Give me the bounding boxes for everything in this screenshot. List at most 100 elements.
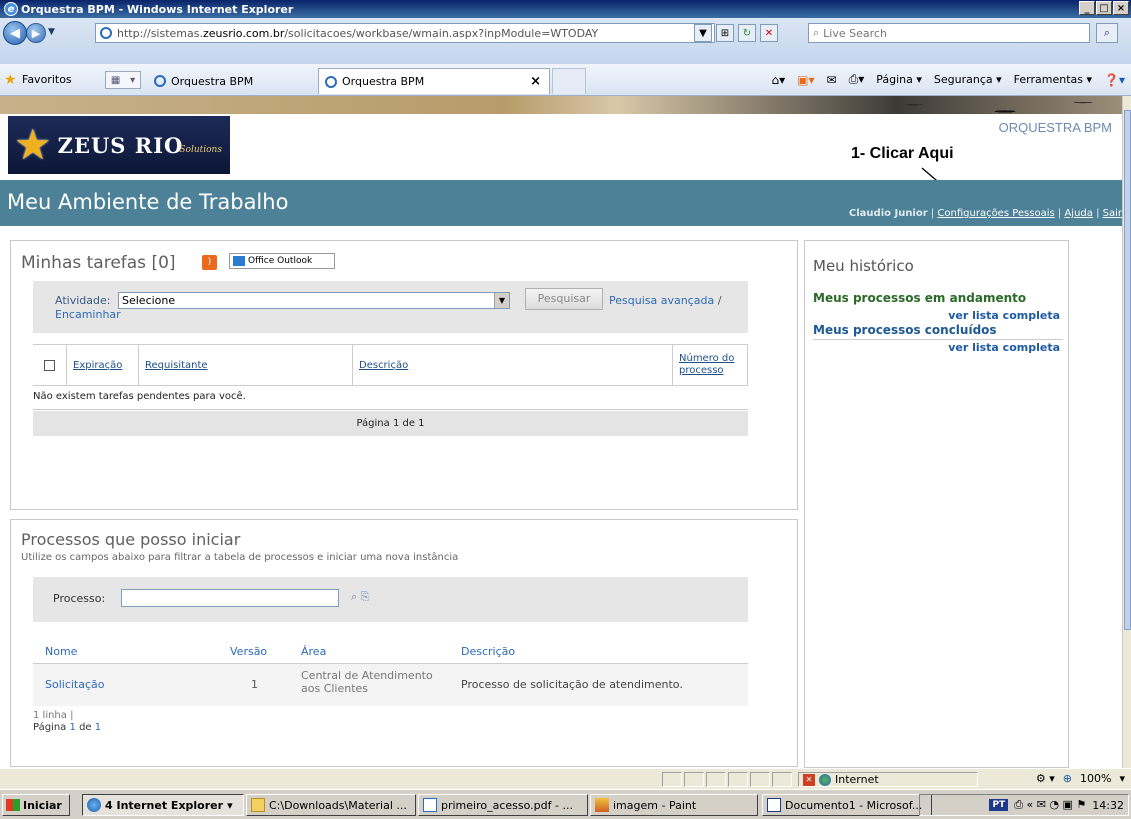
outlook-icon bbox=[233, 256, 245, 266]
compat-view-icon[interactable]: ⊞ bbox=[716, 24, 734, 42]
taskbar: Iniciar 4 Internet Explorer ▾ C:\Downloa… bbox=[0, 789, 1131, 819]
help-link[interactable]: Ajuda bbox=[1064, 208, 1092, 219]
completed-full-list-link[interactable]: ver lista completa bbox=[948, 341, 1060, 354]
taskbar-item-folder[interactable]: C:\Downloads\Material ... bbox=[246, 794, 416, 816]
stop-icon[interactable]: ✕ bbox=[760, 24, 778, 42]
in-progress-heading[interactable]: Meus processos em andamento bbox=[813, 291, 1026, 305]
table-row[interactable]: Solicitação 1 Central de Atendimento aos… bbox=[33, 664, 748, 706]
banner: ★ ZEUS RIO Solutions ORQUESTRA BPM 1- Cl… bbox=[0, 96, 1122, 206]
ie-icon: e bbox=[4, 2, 18, 16]
tools-menu[interactable]: Ferramentas ▾ bbox=[1014, 73, 1092, 86]
taskbar-item-ie[interactable]: 4 Internet Explorer ▾ bbox=[82, 794, 244, 816]
col-nome[interactable]: Nome bbox=[45, 645, 77, 658]
system-tray: PT ⎙ « ✉ ◔ ▣ ⚑ 14:32 bbox=[919, 794, 1129, 816]
zeus-rio-logo: ★ ZEUS RIO Solutions bbox=[8, 116, 230, 174]
maximize-button[interactable]: □ bbox=[1096, 1, 1112, 15]
search-go-button[interactable]: ⌕ bbox=[1096, 23, 1118, 43]
home-icon[interactable]: ⌂▾ bbox=[772, 73, 786, 87]
address-dropdown-icon[interactable]: ▼ bbox=[694, 24, 712, 42]
site-icon bbox=[100, 27, 112, 39]
status-bar: ✕ Internet ⚙ ▾ ⊕ 100% ▾ bbox=[0, 768, 1131, 789]
popup-blocked-icon: ✕ bbox=[803, 773, 815, 786]
refresh-icon[interactable]: ↻ bbox=[738, 24, 756, 42]
filter-search-icon[interactable]: ⌕ ⎘ bbox=[351, 590, 369, 604]
help-icon[interactable]: ❓▾ bbox=[1104, 73, 1125, 87]
col-numero-processo[interactable]: Número do processo bbox=[673, 345, 748, 385]
tray-icons[interactable]: ⎙ « ✉ ◔ ▣ ⚑ bbox=[1014, 798, 1086, 812]
star-icon: ★ bbox=[14, 120, 52, 169]
history-title: Meu histórico bbox=[813, 257, 914, 275]
tab-orquestra-2[interactable]: Orquestra BPM × bbox=[318, 68, 550, 94]
start-button[interactable]: Iniciar bbox=[2, 794, 70, 816]
tasks-panel: Minhas tarefas [0] ) Office Outlook Ativ… bbox=[10, 240, 798, 510]
history-dropdown-icon[interactable]: ▼ bbox=[48, 27, 55, 37]
col-area[interactable]: Área bbox=[301, 645, 326, 658]
outlook-button[interactable]: Office Outlook bbox=[229, 253, 335, 269]
page-content: ★ ZEUS RIO Solutions ORQUESTRA BPM 1- Cl… bbox=[0, 96, 1122, 768]
rss-icon[interactable]: ) bbox=[202, 255, 217, 270]
new-tab-button[interactable] bbox=[552, 68, 586, 94]
globe-icon bbox=[819, 773, 831, 786]
tasks-filter-bar: Atividade: Selecione ▼ Pesquisar Pesquis… bbox=[33, 281, 748, 333]
search-icon: ⌕ bbox=[813, 26, 820, 39]
in-progress-full-list-link[interactable]: ver lista completa bbox=[948, 309, 1060, 322]
protected-mode-icon[interactable]: ⚙ ▾ bbox=[1036, 772, 1055, 785]
close-window-button[interactable]: × bbox=[1113, 1, 1129, 15]
back-button[interactable]: ◀ bbox=[3, 21, 27, 45]
url-prefix: http://sistemas. bbox=[117, 26, 203, 40]
completed-heading[interactable]: Meus processos concluídos bbox=[813, 323, 997, 337]
process-input[interactable] bbox=[121, 589, 339, 607]
col-descricao[interactable]: Descrição bbox=[353, 345, 673, 385]
security-menu[interactable]: Segurança ▾ bbox=[934, 73, 1002, 86]
status-cells bbox=[662, 772, 792, 787]
forward-button[interactable]: ▶ bbox=[26, 23, 46, 43]
forward-link[interactable]: Encaminhar bbox=[55, 308, 121, 321]
language-indicator[interactable]: PT bbox=[989, 799, 1009, 811]
favorites-button[interactable]: Favoritos bbox=[22, 73, 72, 86]
minimize-button[interactable]: _ bbox=[1079, 1, 1095, 15]
tab-orquestra-1[interactable]: Orquestra BPM bbox=[148, 68, 316, 94]
col-descricao[interactable]: Descrição bbox=[461, 645, 515, 658]
app-name: ORQUESTRA BPM bbox=[998, 120, 1112, 135]
select-all-checkbox[interactable] bbox=[33, 345, 67, 385]
taskbar-item-word[interactable]: Documento1 - Microsof... bbox=[762, 794, 932, 816]
logout-link[interactable]: Sair bbox=[1103, 208, 1122, 219]
chevron-down-icon[interactable]: ▾ bbox=[1119, 772, 1125, 785]
feeds-icon[interactable]: ▣▾ bbox=[797, 73, 814, 87]
col-requisitante[interactable]: Requisitante bbox=[139, 345, 353, 385]
live-search-input[interactable]: ⌕ Live Search bbox=[808, 23, 1090, 43]
last-page-link[interactable]: 1 bbox=[95, 722, 101, 733]
clock: 14:32 bbox=[1092, 798, 1124, 812]
col-versao[interactable]: Versão bbox=[230, 645, 267, 658]
settings-link[interactable]: Configurações Pessoais bbox=[937, 208, 1054, 219]
tab-toolbar: ★ Favoritos ▦ ▾ Orquestra BPM Orquestra B… bbox=[0, 64, 1131, 96]
taskbar-item-pdf[interactable]: primeiro_acesso.pdf - ... bbox=[418, 794, 588, 816]
close-tab-icon[interactable]: × bbox=[530, 74, 541, 89]
divider bbox=[813, 339, 1063, 340]
security-zone[interactable]: ✕ Internet bbox=[798, 772, 978, 787]
print-icon[interactable]: ⎙▾ bbox=[849, 72, 865, 87]
word-icon bbox=[767, 798, 781, 812]
zoom-control[interactable]: ⚙ ▾ ⊕ 100% ▾ bbox=[1036, 772, 1125, 785]
quick-tabs-button[interactable]: ▦ ▾ bbox=[105, 71, 141, 89]
processes-panel: Processos que posso iniciar Utilize os c… bbox=[10, 519, 798, 767]
mail-icon[interactable]: ✉ bbox=[827, 73, 837, 87]
process-area: Central de Atendimento aos Clientes bbox=[301, 669, 433, 695]
col-expiracao[interactable]: Expiração bbox=[67, 345, 139, 385]
search-button[interactable]: Pesquisar bbox=[525, 288, 603, 310]
process-name-link[interactable]: Solicitação bbox=[45, 678, 105, 691]
pdf-icon bbox=[423, 798, 437, 812]
empty-tasks-row: Não existem tarefas pendentes para você. bbox=[33, 386, 748, 410]
search-placeholder: Live Search bbox=[823, 26, 887, 40]
page-menu[interactable]: Página ▾ bbox=[876, 73, 922, 86]
taskbar-item-paint[interactable]: imagem - Paint bbox=[590, 794, 758, 816]
vertical-scrollbar[interactable] bbox=[1122, 96, 1131, 768]
activity-select[interactable]: Selecione ▼ bbox=[118, 292, 510, 309]
address-input[interactable]: http://sistemas. zeusrio.com.br/solicitac… bbox=[95, 23, 715, 43]
activity-selected-value: Selecione bbox=[122, 294, 176, 307]
advanced-search-link[interactable]: Pesquisa avançada / bbox=[609, 294, 721, 307]
scrollbar-thumb[interactable] bbox=[1124, 110, 1131, 630]
paint-icon bbox=[595, 798, 609, 812]
page-link[interactable]: 1 bbox=[70, 722, 76, 733]
favorites-star-icon[interactable]: ★ bbox=[4, 72, 17, 88]
